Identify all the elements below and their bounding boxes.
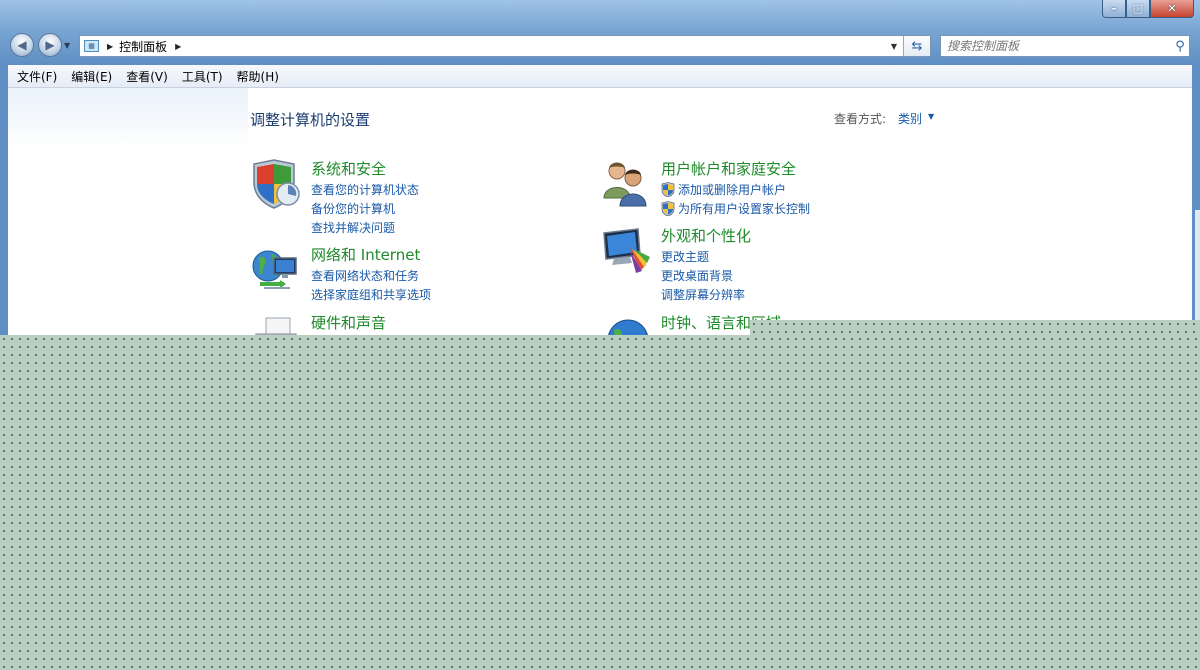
menu-edit[interactable]: 编辑(E) — [62, 68, 117, 85]
search-icon[interactable]: ⚲ — [1171, 39, 1189, 54]
category-title[interactable]: 网络和 Internet — [311, 244, 420, 265]
chevron-down-icon: ▼ — [890, 41, 898, 51]
control-panel-icon: ▦ — [84, 40, 99, 52]
printer-icon[interactable] — [250, 316, 302, 335]
link-screen-resolution[interactable]: 调整屏幕分辨率 — [661, 286, 745, 303]
view-by-label: 查看方式: — [834, 112, 887, 126]
category-title[interactable]: 用户帐户和家庭安全 — [661, 158, 796, 179]
clock-globe-icon[interactable] — [600, 316, 652, 335]
link-view-computer-status[interactable]: 查看您的计算机状态 — [311, 181, 419, 198]
category-network-internet: 网络和 Internet 查看网络状态和任务 选择家庭组和共享选项 — [250, 244, 570, 306]
refresh-icon: ⇆ — [911, 38, 923, 54]
uac-shield-icon — [661, 201, 675, 216]
link-change-theme[interactable]: 更改主题 — [661, 248, 709, 265]
link-label[interactable]: 添加或删除用户帐户 — [678, 183, 786, 197]
desktop-background — [0, 335, 1200, 670]
close-icon: ✕ — [1167, 2, 1177, 15]
breadcrumb-control-panel[interactable]: 控制面板 — [119, 38, 167, 55]
users-icon[interactable] — [600, 158, 652, 210]
category-system-security: 系统和安全 查看您的计算机状态 备份您的计算机 查找并解决问题 — [250, 158, 570, 238]
control-panel-window: – □ ✕ ◀ ▶ ▼ ▦ ▶ 控制面板 ▶ ▼ ⇆ ⚲ 文件(F) 编辑(E)… — [0, 0, 1200, 335]
view-mode-dropdown[interactable]: 类别 — [898, 110, 922, 127]
search-input[interactable] — [945, 36, 1171, 56]
desktop-background — [750, 320, 1200, 335]
menu-bar: 文件(F) 编辑(E) 查看(V) 工具(T) 帮助(H) — [8, 65, 1192, 88]
title-bar[interactable]: – □ ✕ — [0, 0, 1200, 28]
category-appearance: 外观和个性化 更改主题 更改桌面背景 调整屏幕分辨率 — [600, 225, 940, 305]
monitor-palette-icon[interactable] — [600, 225, 652, 277]
uac-shield-icon — [661, 182, 675, 197]
forward-button[interactable]: ▶ — [38, 33, 62, 57]
menu-file[interactable]: 文件(F) — [8, 68, 62, 85]
main-content: 调整计算机的设置 查看方式: 类别 ▼ 系统和安全 查看您的计算机状态 备份您的… — [8, 88, 1192, 335]
link-network-status[interactable]: 查看网络状态和任务 — [311, 267, 419, 284]
link-add-remove-accounts[interactable]: 添加或删除用户帐户 — [661, 181, 786, 198]
forward-arrow-icon: ▶ — [45, 38, 55, 52]
breadcrumb-separator-icon[interactable]: ▶ — [175, 42, 181, 51]
link-troubleshoot[interactable]: 查找并解决问题 — [311, 219, 395, 236]
category-hardware-sound: 硬件和声音 — [250, 312, 570, 335]
back-arrow-icon: ◀ — [17, 38, 27, 52]
network-globe-icon[interactable] — [250, 244, 302, 296]
search-box[interactable]: ⚲ — [940, 35, 1190, 57]
minimize-button[interactable]: – — [1102, 0, 1126, 18]
category-title[interactable]: 系统和安全 — [311, 158, 386, 179]
link-label[interactable]: 为所有用户设置家长控制 — [678, 202, 810, 216]
recent-pages-dropdown[interactable]: ▼ — [64, 41, 70, 50]
menu-view[interactable]: 查看(V) — [117, 68, 173, 85]
menu-tools[interactable]: 工具(T) — [173, 68, 228, 85]
window-controls: – □ ✕ — [1102, 0, 1194, 20]
refresh-button[interactable]: ⇆ — [903, 36, 930, 56]
category-user-accounts: 用户帐户和家庭安全 添加或删除用户帐户 为所有用户设置家长控制 — [600, 158, 940, 220]
window-edge — [1195, 210, 1200, 335]
address-bar[interactable]: ▦ ▶ 控制面板 ▶ ▼ ⇆ — [79, 35, 931, 57]
link-homegroup-sharing[interactable]: 选择家庭组和共享选项 — [311, 286, 431, 303]
close-button[interactable]: ✕ — [1150, 0, 1194, 18]
shield-icon[interactable] — [250, 158, 302, 210]
link-parental-controls[interactable]: 为所有用户设置家长控制 — [661, 200, 810, 217]
menu-help[interactable]: 帮助(H) — [228, 68, 284, 85]
category-title[interactable]: 硬件和声音 — [311, 312, 386, 333]
back-button[interactable]: ◀ — [10, 33, 34, 57]
page-title: 调整计算机的设置 — [250, 111, 371, 129]
category-title[interactable]: 外观和个性化 — [661, 225, 751, 246]
minimize-icon: – — [1111, 2, 1117, 15]
link-change-background[interactable]: 更改桌面背景 — [661, 267, 733, 284]
address-history-dropdown[interactable]: ▼ — [887, 36, 901, 56]
chevron-down-icon[interactable]: ▼ — [928, 112, 934, 121]
breadcrumb-separator-icon[interactable]: ▶ — [107, 42, 113, 51]
chevron-down-icon: ▼ — [64, 41, 71, 50]
navigation-bar: ◀ ▶ ▼ ▦ ▶ 控制面板 ▶ ▼ ⇆ ⚲ — [0, 30, 1200, 62]
link-backup-computer[interactable]: 备份您的计算机 — [311, 200, 395, 217]
maximize-button[interactable]: □ — [1126, 0, 1150, 18]
maximize-icon: □ — [1132, 2, 1144, 15]
